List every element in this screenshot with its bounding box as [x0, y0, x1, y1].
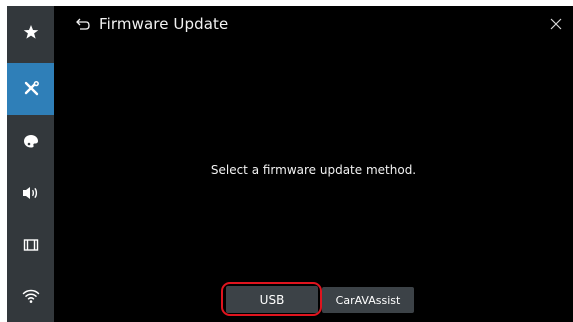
sidebar-item-favorites[interactable]	[7, 6, 54, 58]
sidebar-item-video[interactable]	[7, 219, 54, 271]
speaker-icon	[22, 187, 37, 199]
sidebar-item-theme[interactable]	[7, 115, 54, 167]
selection-highlight	[221, 282, 322, 316]
palette-icon	[23, 135, 38, 148]
header-bar: Firmware Update	[54, 6, 573, 46]
sidebar-item-audio[interactable]	[7, 167, 54, 219]
instruction-text: Select a firmware update method.	[210, 163, 417, 177]
film-icon	[23, 239, 38, 251]
firmware-update-screen: Firmware Update Select a firmware update…	[7, 6, 573, 322]
star-icon	[23, 25, 38, 39]
page-title: Firmware Update	[99, 15, 229, 33]
tools-icon	[24, 81, 39, 96]
caravassist-button[interactable]: CarAVAssist	[322, 287, 414, 313]
sidebar-item-wireless[interactable]	[7, 270, 54, 322]
back-arrow-icon[interactable]	[72, 15, 90, 33]
sidebar-item-settings[interactable]	[7, 63, 54, 115]
wifi-icon	[22, 289, 39, 303]
sidebar	[7, 6, 54, 322]
close-icon[interactable]	[547, 15, 565, 33]
